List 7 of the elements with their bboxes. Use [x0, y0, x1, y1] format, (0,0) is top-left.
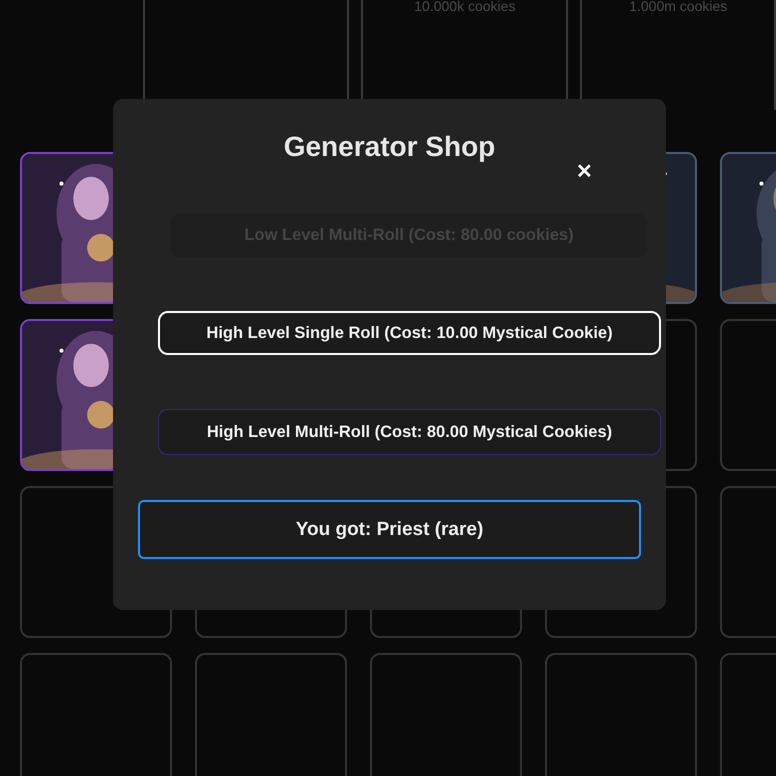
- close-button[interactable]: ✕: [576, 159, 593, 184]
- result-message: You got: Priest (rare): [138, 500, 641, 559]
- roll-button[interactable]: High Level Multi-Roll (Cost: 80.00 Mystical Cookies): [158, 409, 661, 455]
- cost-label: 10.000k cookies: [414, 0, 516, 16]
- dialog-title: Generator Shop: [284, 131, 496, 162]
- roll-button[interactable]: High Level Single Roll (Cost: 10.00 Mystical Cookie): [158, 311, 661, 355]
- cost-label: 1.000m cookies: [629, 0, 728, 16]
